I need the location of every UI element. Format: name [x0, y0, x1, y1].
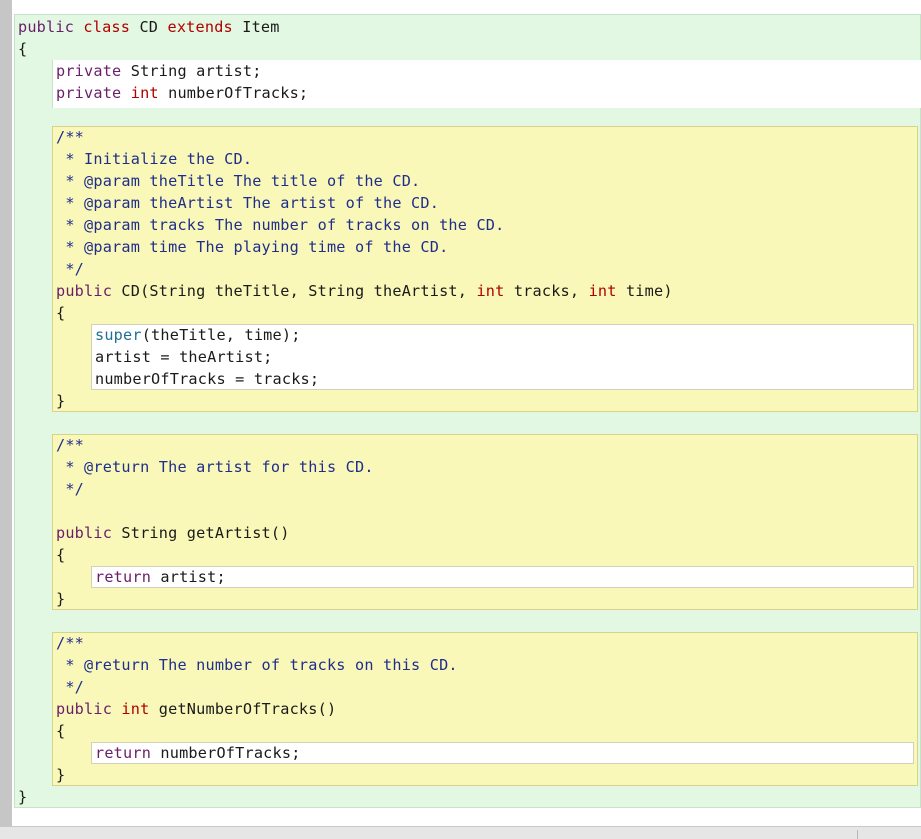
constructor-signature-line[interactable]: public CD(String theTitle, String theArt… [56, 280, 673, 302]
editor-gutter [0, 0, 12, 826]
getartist-open-brace[interactable]: { [56, 544, 65, 566]
class-name: CD [139, 18, 159, 36]
constructor-body-line[interactable]: super(theTitle, time); [95, 324, 301, 346]
constructor-comment-line[interactable]: */ [56, 258, 84, 280]
constructor-comment-line[interactable]: /** [56, 126, 84, 148]
getartist-signature-line[interactable]: public String getArtist() [56, 522, 290, 544]
getartist-comment-line[interactable]: * @return The artist for this CD. [56, 456, 374, 478]
getnumberoftracks-comment-line[interactable]: /** [56, 632, 84, 654]
constructor-body-line[interactable]: artist = theArtist; [95, 346, 273, 368]
getnumberoftracks-body-line[interactable]: return numberOfTracks; [95, 742, 301, 764]
getnumberoftracks-open-brace[interactable]: { [56, 720, 65, 742]
getartist-comment-line[interactable]: */ [56, 478, 84, 500]
getnumberoftracks-comment-line[interactable]: * @return The number of tracks on this C… [56, 654, 458, 676]
class-open-brace[interactable]: { [18, 38, 27, 60]
class-declaration-line[interactable]: public class CD extends Item [18, 16, 280, 38]
constructor-comment-line[interactable]: * @param theTitle The title of the CD. [56, 170, 420, 192]
parent-class-name: Item [242, 18, 280, 36]
getnumberoftracks-comment-line[interactable]: */ [56, 676, 84, 698]
getartist-body-line[interactable]: return artist; [95, 566, 226, 588]
constructor-comment-line[interactable]: * @param theArtist The artist of the CD. [56, 192, 439, 214]
getartist-close-brace[interactable]: } [56, 588, 65, 610]
getartist-comment-line[interactable]: /** [56, 434, 84, 456]
constructor-open-brace[interactable]: { [56, 302, 65, 324]
constructor-comment-line[interactable]: * @param time The playing time of the CD… [56, 236, 448, 258]
scrollbar-divider [857, 830, 858, 839]
constructor-body-line[interactable]: numberOfTracks = tracks; [95, 368, 319, 390]
constructor-comment-line[interactable]: * @param tracks The number of tracks on … [56, 214, 505, 236]
getnumberoftracks-close-brace[interactable]: } [56, 764, 65, 786]
field-artist-line[interactable]: private String artist; [56, 60, 262, 82]
constructor-comment-line[interactable]: * Initialize the CD. [56, 148, 252, 170]
constructor-close-brace[interactable]: } [56, 390, 65, 412]
class-close-brace[interactable]: } [18, 786, 27, 808]
field-numberoftracks-line[interactable]: private int numberOfTracks; [56, 82, 308, 104]
horizontal-scrollbar[interactable] [0, 826, 921, 839]
getnumberoftracks-signature-line[interactable]: public int getNumberOfTracks() [56, 698, 336, 720]
code-editor[interactable]: public class CD extends Item { private S… [0, 0, 921, 839]
